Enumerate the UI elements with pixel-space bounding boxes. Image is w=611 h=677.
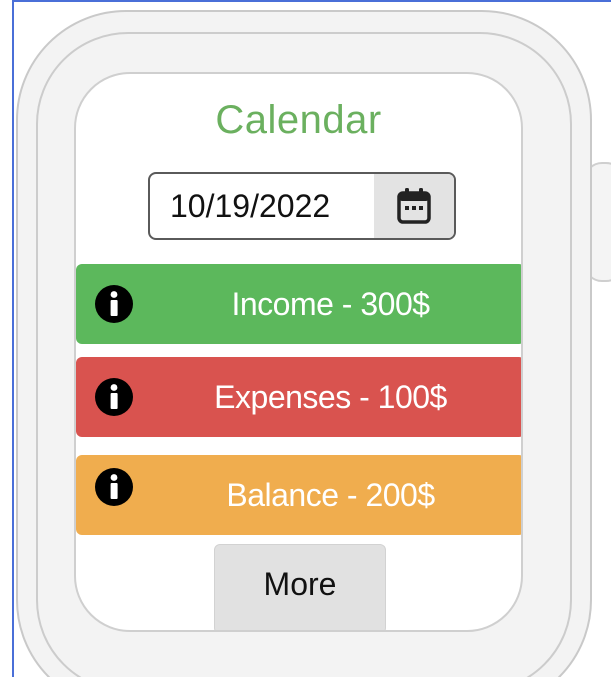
more-button[interactable]: More — [214, 544, 386, 630]
date-input[interactable]: 10/19/2022 — [170, 174, 330, 238]
date-picker[interactable]: 10/19/2022 — [148, 172, 456, 240]
calendar-button[interactable] — [374, 174, 454, 238]
income-row[interactable]: Income - 300$ — [76, 264, 521, 344]
info-icon[interactable] — [94, 377, 134, 417]
balance-label: Balance - 200$ — [226, 477, 435, 513]
watch-screen: Calendar 10/19/2022 Income - 300$ Expens… — [74, 72, 523, 632]
page: Calendar 10/19/2022 Income - 300$ Expens… — [0, 0, 611, 677]
balance-row[interactable]: Balance - 200$ — [76, 455, 521, 535]
income-label: Income - 300$ — [231, 286, 430, 322]
expenses-label: Expenses - 100$ — [214, 379, 447, 415]
info-icon[interactable] — [94, 467, 134, 507]
expenses-row[interactable]: Expenses - 100$ — [76, 357, 521, 437]
calendar-icon — [397, 188, 431, 224]
info-icon[interactable] — [94, 284, 134, 324]
screen-title: Calendar — [215, 98, 382, 142]
